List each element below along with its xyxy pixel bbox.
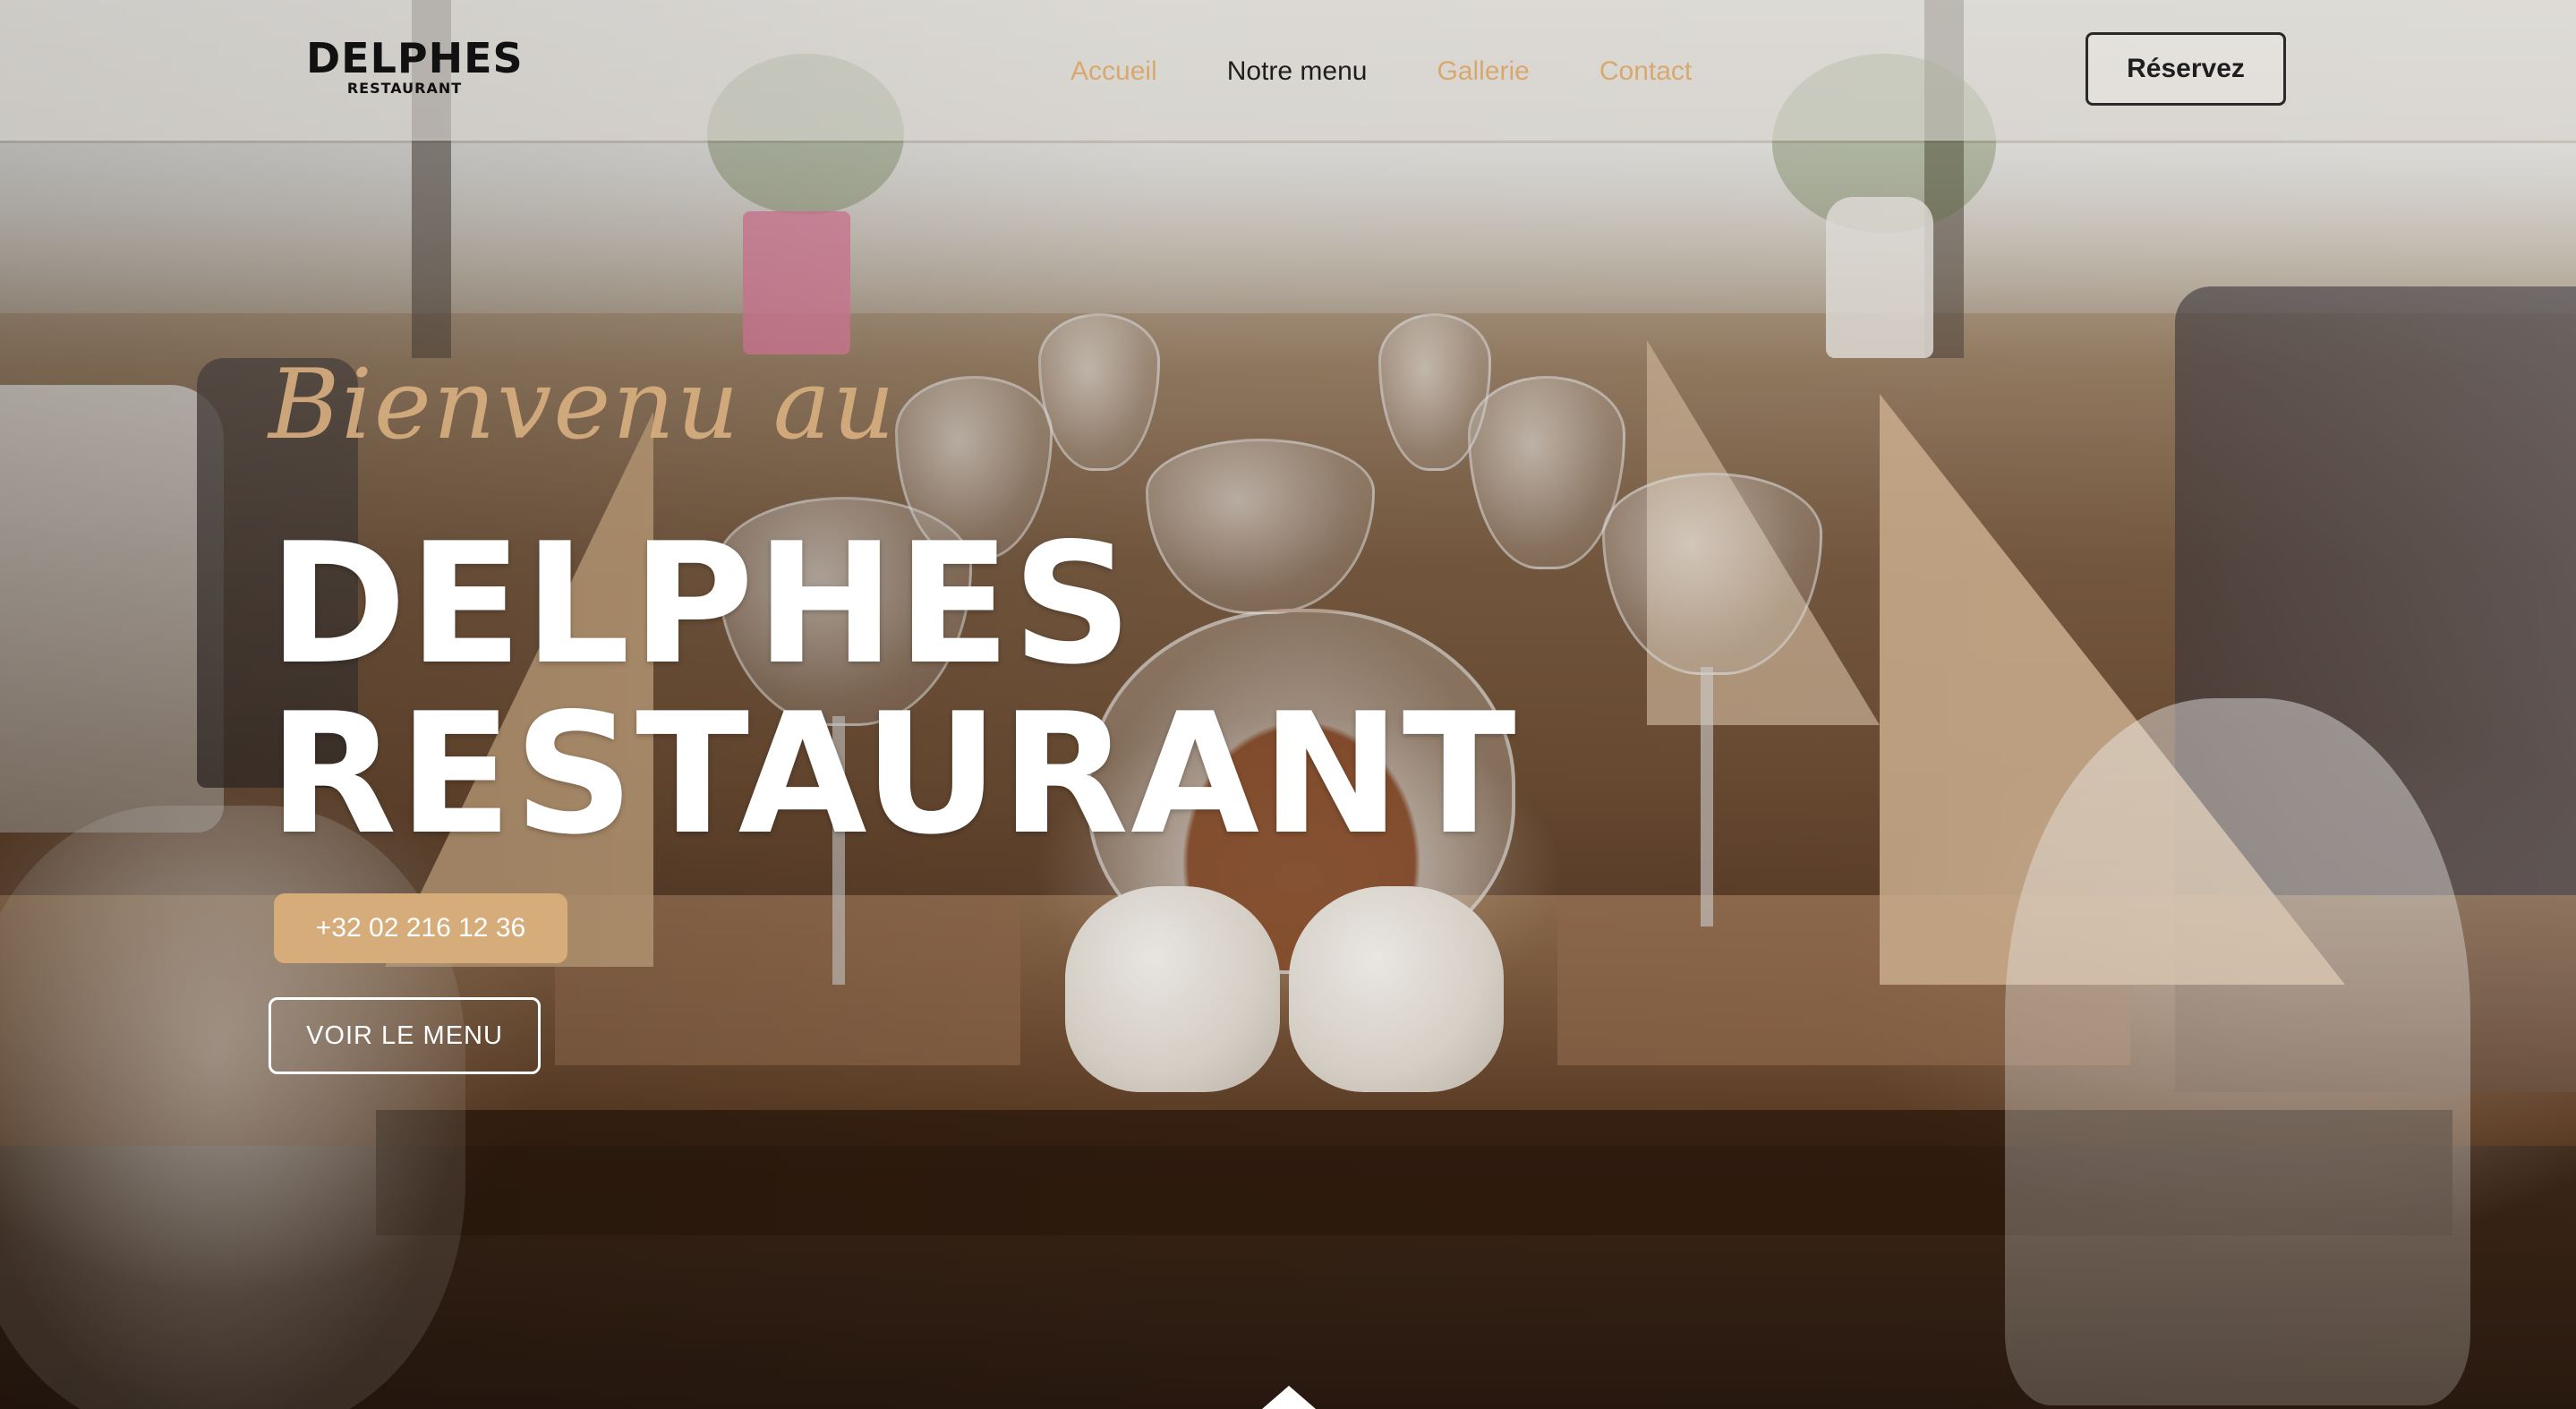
chevron-up-icon: [1262, 1386, 1316, 1409]
reserve-button[interactable]: Réservez: [2086, 32, 2286, 106]
main-nav: Accueil Notre menu Gallerie Contact: [1070, 50, 1761, 93]
logo-sub-text: RESTAURANT: [346, 80, 463, 97]
view-menu-button[interactable]: VOIR LE MENU: [269, 997, 541, 1074]
hero-title-line-2: RESTAURANT: [269, 677, 1518, 871]
hero-title: DELPHES RESTAURANT: [269, 519, 1518, 859]
hero-title-line-1: DELPHES: [269, 507, 1134, 701]
nav-link-gallerie[interactable]: Gallerie: [1437, 50, 1529, 93]
nav-link-accueil[interactable]: Accueil: [1070, 50, 1157, 93]
hero-section: DELPHES RESTAURANT Accueil Notre menu Ga…: [0, 0, 2576, 1409]
nav-link-contact[interactable]: Contact: [1599, 50, 1692, 93]
welcome-text: Bienvenu au: [269, 349, 897, 461]
site-header: DELPHES RESTAURANT Accueil Notre menu Ga…: [0, 0, 2576, 141]
logo-main-text: DELPHES: [306, 34, 524, 82]
nav-link-notre-menu[interactable]: Notre menu: [1227, 50, 1368, 93]
site-logo[interactable]: DELPHES RESTAURANT: [306, 34, 524, 102]
phone-button[interactable]: +32 02 216 12 36: [274, 893, 567, 963]
scroll-indicator[interactable]: [1262, 1382, 1316, 1409]
